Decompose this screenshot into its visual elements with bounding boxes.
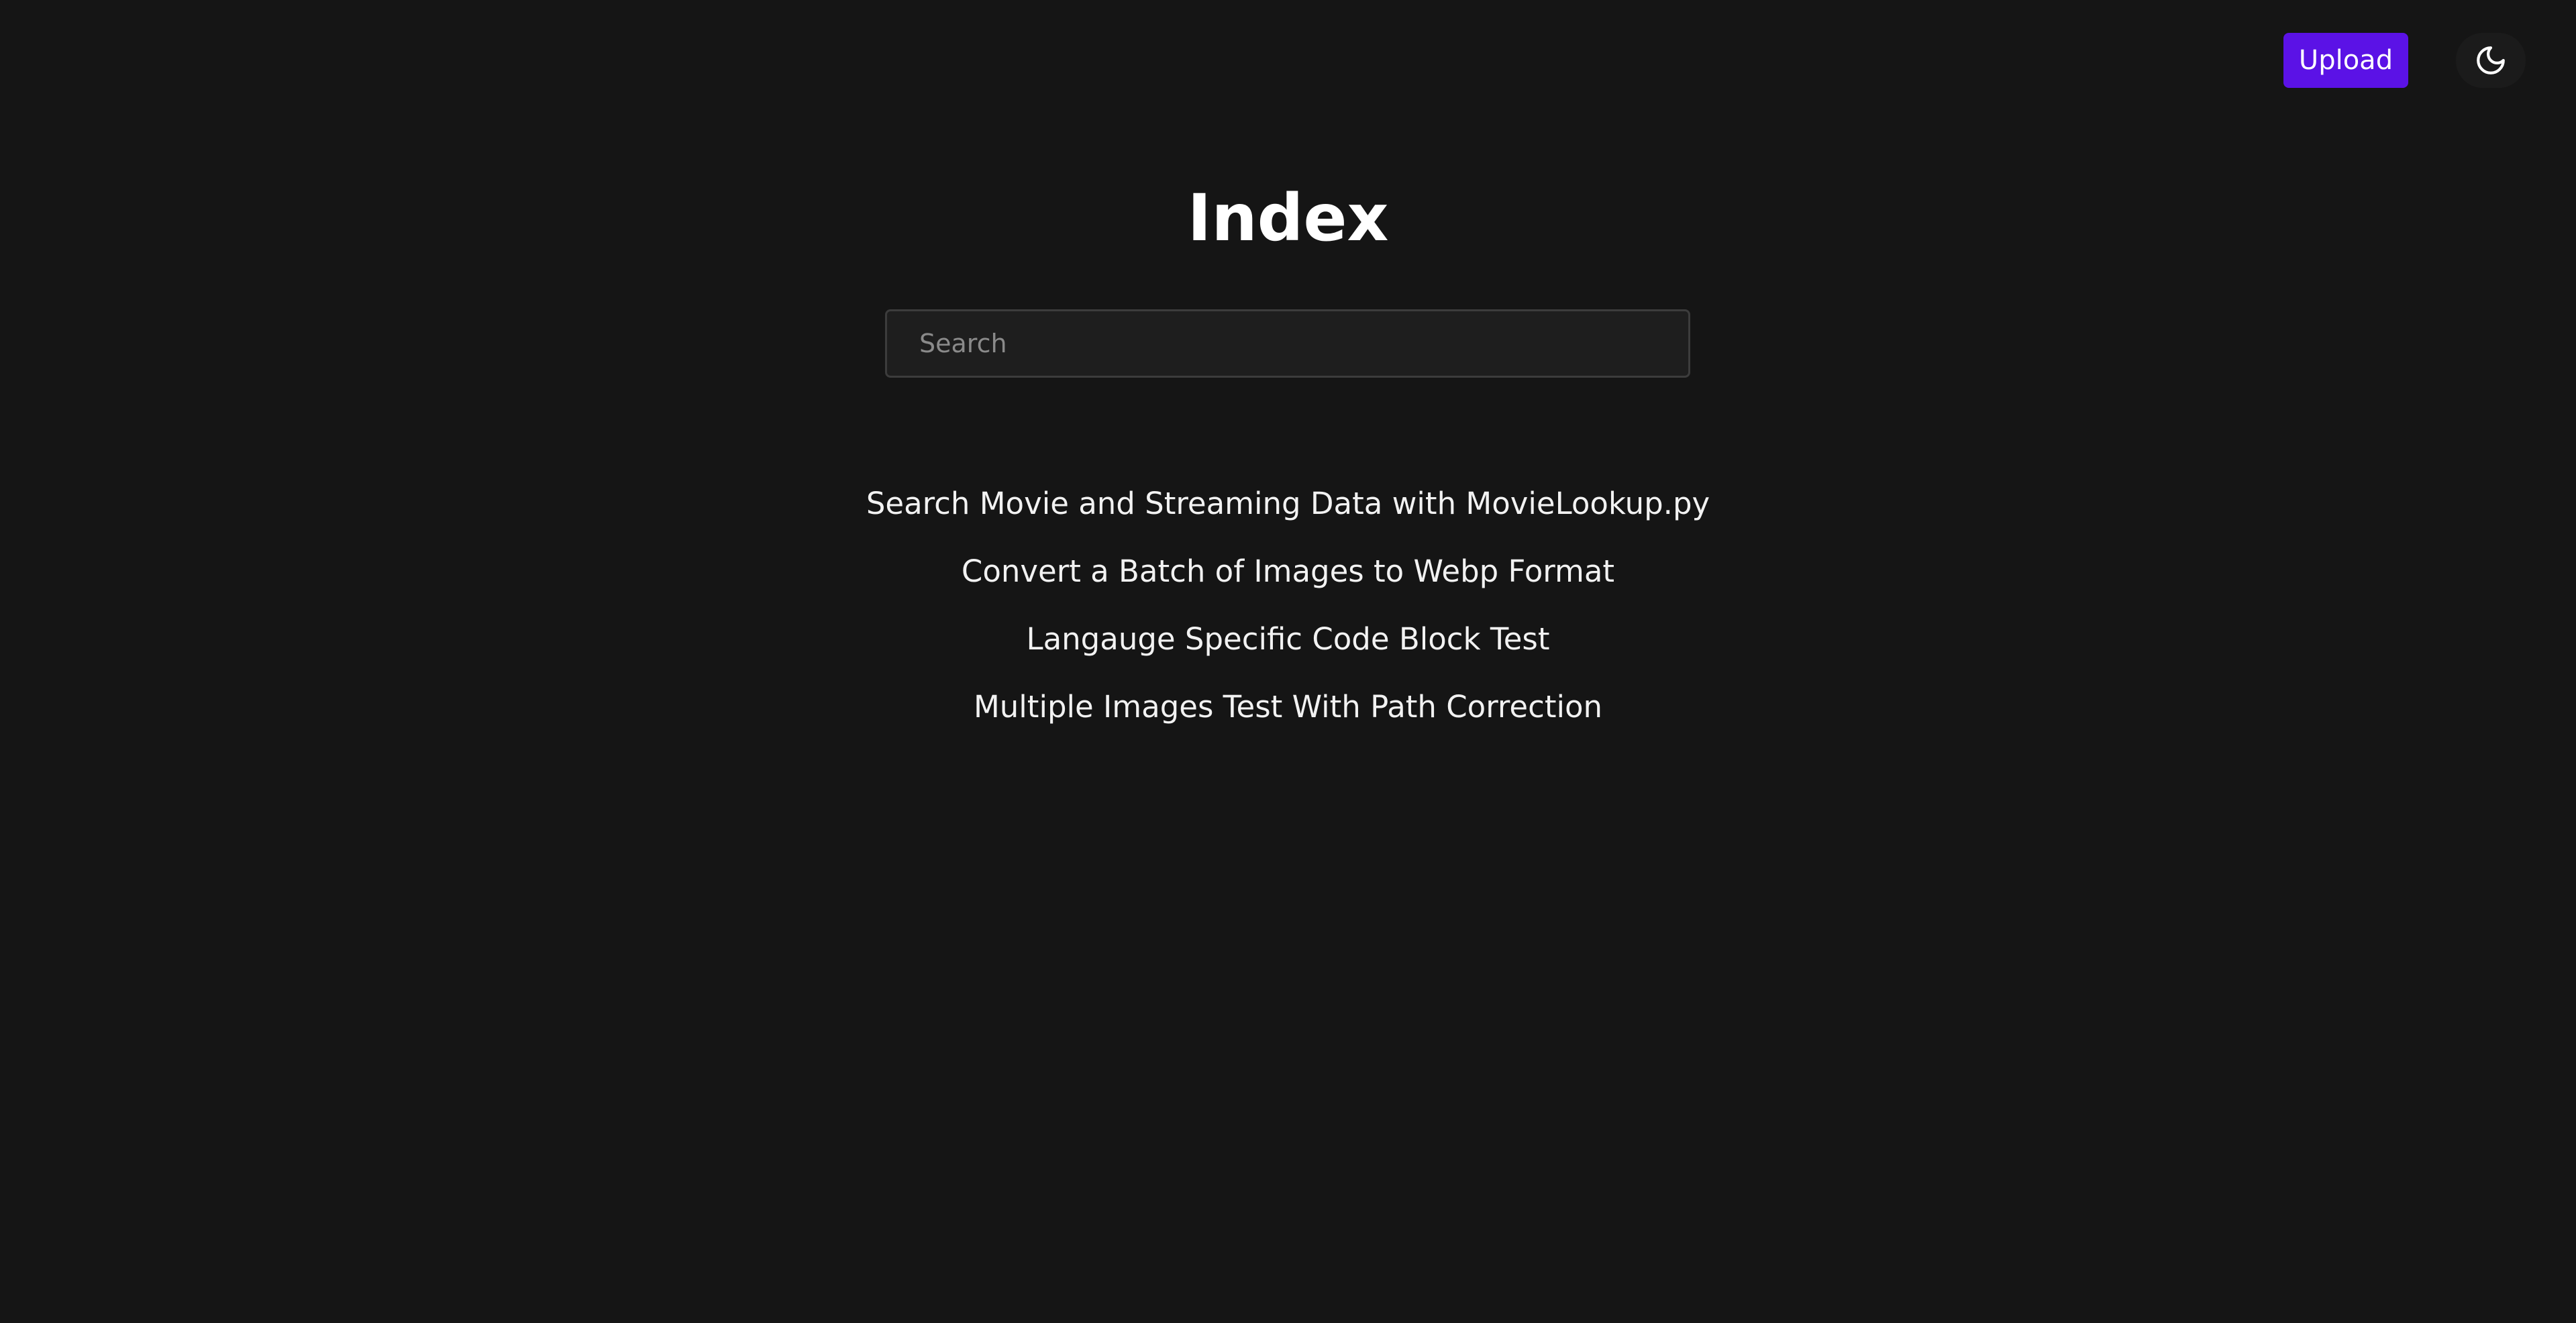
post-link-code-block-test[interactable]: Langauge Specific Code Block Test: [1027, 621, 1550, 657]
list-item: Langauge Specific Code Block Test: [0, 605, 2576, 673]
list-item: Convert a Batch of Images to Webp Format: [0, 537, 2576, 605]
page-title: Index: [1187, 180, 1389, 256]
post-link-movielookup[interactable]: Search Movie and Streaming Data with Mov…: [866, 486, 1710, 521]
post-link-webp-convert[interactable]: Convert a Batch of Images to Webp Format: [962, 553, 1614, 589]
top-bar: Upload: [0, 0, 2576, 121]
post-link-multiple-images-test[interactable]: Multiple Images Test With Path Correctio…: [974, 689, 1602, 725]
list-item: Search Movie and Streaming Data with Mov…: [0, 470, 2576, 537]
list-item: Multiple Images Test With Path Correctio…: [0, 673, 2576, 741]
upload-button[interactable]: Upload: [2283, 33, 2408, 88]
post-list: Search Movie and Streaming Data with Mov…: [0, 470, 2576, 741]
moon-icon: [2477, 46, 2505, 74]
theme-toggle-button[interactable]: [2456, 33, 2526, 88]
search-input[interactable]: [885, 309, 1690, 378]
